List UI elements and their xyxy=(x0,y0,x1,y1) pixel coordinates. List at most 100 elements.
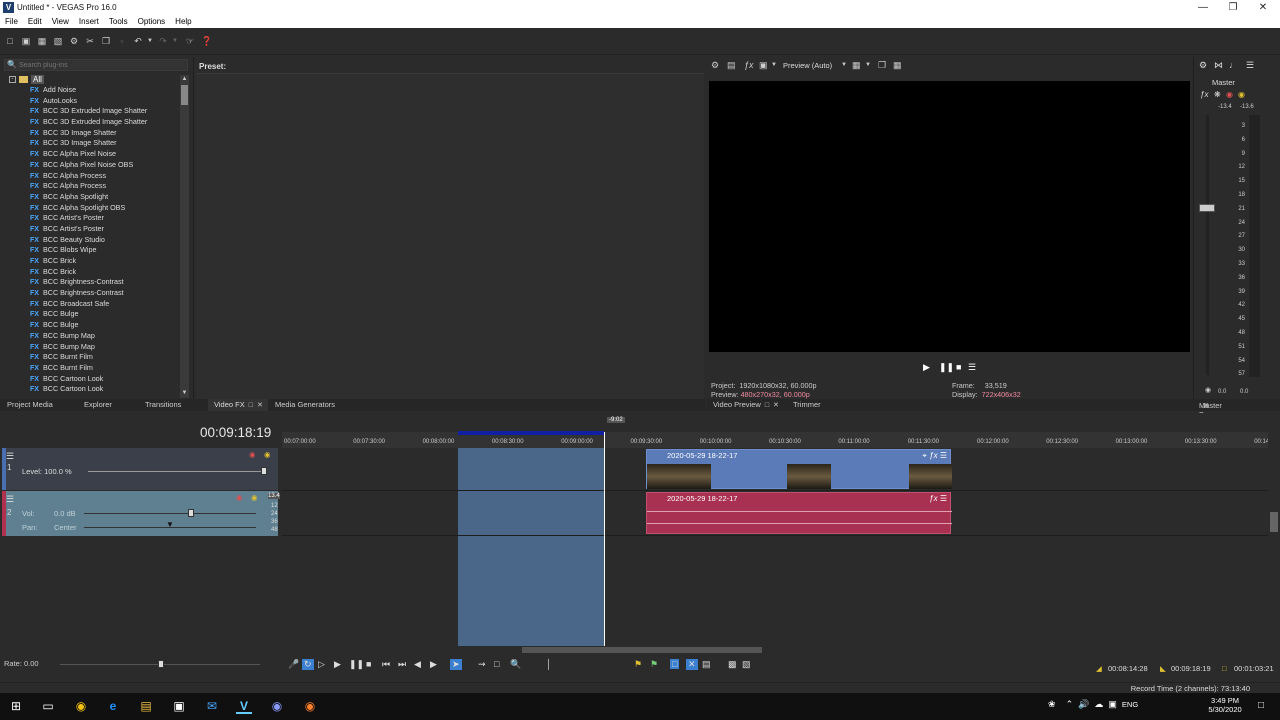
pause-icon[interactable]: ❚❚ xyxy=(349,659,364,670)
tab-trimmer[interactable]: Trimmer xyxy=(793,400,821,409)
undock-icon[interactable]: □ xyxy=(765,402,769,409)
clip-fx-icons[interactable]: ⌖ ƒx ☰ xyxy=(922,451,947,461)
master-fader-knob[interactable] xyxy=(1199,204,1215,212)
firefox-icon[interactable]: ◉ xyxy=(302,698,318,714)
speaker-icon[interactable]: ♩ xyxy=(1229,60,1238,70)
discord-icon[interactable]: ◉ xyxy=(269,698,285,714)
plugin-list-item[interactable]: FX BCC Bulge xyxy=(30,309,147,320)
record-icon[interactable]: 🎤 xyxy=(288,659,299,670)
plugin-list-item[interactable]: FX BCC Brightness-Contrast xyxy=(30,288,147,299)
volume-icon[interactable]: 🔊 xyxy=(1078,699,1089,709)
plugin-list-item[interactable]: FX BCC Artist's Poster xyxy=(30,213,147,224)
store-icon[interactable]: ▣ xyxy=(171,698,187,714)
plugin-list-item[interactable]: FX BCC Bulge xyxy=(30,320,147,331)
plugin-list-item[interactable]: FX BCC Beauty Studio xyxy=(30,235,147,246)
plugin-list-item[interactable]: FX BCC 3D Image Shatter xyxy=(30,128,147,139)
tab-explorer[interactable]: Explorer xyxy=(84,399,112,411)
save-as-icon[interactable]: ▧ xyxy=(53,36,63,46)
file-explorer-icon[interactable]: ▤ xyxy=(138,698,154,714)
scrollbar-thumb[interactable] xyxy=(522,647,762,653)
vegas-taskbar-icon[interactable]: V xyxy=(236,698,252,714)
playhead-cursor[interactable] xyxy=(604,432,605,646)
time-selection[interactable] xyxy=(458,448,604,646)
track-area[interactable]: 2020-05-29 18-22-17 ⌖ ƒx ☰ 2020-05-29 18… xyxy=(282,448,1268,646)
lock-icon[interactable]: ◉ xyxy=(1205,386,1211,394)
redo-dropdown-icon[interactable]: ▼ xyxy=(170,36,180,46)
level-slider-knob[interactable] xyxy=(261,467,267,475)
scroll-up-arrow-icon[interactable]: ▲ xyxy=(180,75,189,84)
minimize-button[interactable]: — xyxy=(1186,0,1220,15)
plugin-list-item[interactable]: FX BCC Alpha Pixel Noise xyxy=(30,149,147,160)
plugin-list-item[interactable]: FX BCC Alpha Process xyxy=(30,181,147,192)
collapse-toggle-icon[interactable]: - xyxy=(9,76,16,84)
pause-icon[interactable]: ❚❚ xyxy=(939,362,954,373)
copy-snapshot-icon[interactable]: ❐ xyxy=(878,60,886,71)
plugin-search-input[interactable] xyxy=(19,61,185,70)
plugin-list-item[interactable]: FX BCC 3D Extruded Image Shatter xyxy=(30,106,147,117)
video-track-header[interactable]: ☰ 1 Level: 100.0 % ◉ ◉ xyxy=(2,448,278,490)
preview-device-icon[interactable]: ▤ xyxy=(727,60,736,71)
plugin-list-scrollbar[interactable]: ▲ ▼ xyxy=(180,75,189,398)
plugin-list-item[interactable]: FX Add Noise xyxy=(30,85,147,96)
normal-edit-tool-icon[interactable]: ➤ xyxy=(450,659,462,670)
tray-app-icon[interactable]: ▣ xyxy=(1108,699,1117,709)
pan-slider-knob-icon[interactable]: ▼ xyxy=(166,520,174,529)
envelope-tool-icon[interactable]: ⇝ xyxy=(478,659,486,670)
menu-edit[interactable]: Edit xyxy=(23,15,47,28)
tab-project-media[interactable]: Project Media xyxy=(7,399,53,411)
preview-quality-select[interactable]: Preview (Auto) xyxy=(783,61,832,70)
track1-solo-icon[interactable]: ◉ xyxy=(264,450,271,459)
split-icon[interactable]: │ xyxy=(546,659,552,669)
menu-view[interactable]: View xyxy=(47,15,74,28)
loop-playback-icon[interactable]: ↻ xyxy=(302,659,314,670)
mixer-icon[interactable]: ☰ xyxy=(1246,60,1254,71)
auto-crossfade-icon[interactable]: ✕ xyxy=(686,659,698,670)
master-fx-icon[interactable]: ƒx xyxy=(1200,90,1208,99)
menu-help[interactable]: Help xyxy=(170,15,196,28)
open-folder-icon[interactable]: ▣ xyxy=(21,36,31,46)
stop-icon[interactable]: ■ xyxy=(366,659,371,669)
plugin-list-item[interactable]: FX BCC Burnt Film xyxy=(30,352,147,363)
marker-icon[interactable]: ⚑ xyxy=(634,659,642,670)
taskbar-clock[interactable]: 3:49 PM 5/30/2020 xyxy=(1205,696,1245,714)
time-ruler[interactable]: 00:07:00:00 00:07:30:00 00:08:00:00 00:08:3… xyxy=(282,432,1280,448)
quality-dropdown-icon[interactable]: ▼ xyxy=(841,62,847,68)
play-icon[interactable]: ▶ xyxy=(923,362,930,373)
plugin-list-item[interactable]: FX BCC Brick xyxy=(30,267,147,278)
plugin-list-item[interactable]: FX BCC Cartoon Look xyxy=(30,384,147,395)
video-fx-icon[interactable]: ƒx xyxy=(744,60,754,70)
tree-root-all[interactable]: - All xyxy=(9,75,44,85)
stop-icon[interactable]: ■ xyxy=(956,362,961,372)
preview-settings-gear-icon[interactable]: ⚙ xyxy=(711,60,719,71)
snapping-icon[interactable]: □ xyxy=(670,659,680,669)
zoom-tool-icon[interactable]: 🔍 xyxy=(510,659,521,670)
lock-envelopes-icon[interactable]: ▩ xyxy=(728,659,737,670)
overlays-dropdown-icon[interactable]: ▼ xyxy=(865,62,871,68)
cut-icon[interactable]: ✂ xyxy=(85,36,95,46)
tab-transitions[interactable]: Transitions xyxy=(145,399,181,411)
play-from-start-icon[interactable]: ▷ xyxy=(318,659,325,670)
plugin-list-item[interactable]: FX BCC Alpha Process xyxy=(30,171,147,182)
clip-fx-icons[interactable]: ƒx ☰ xyxy=(929,494,947,503)
vol-slider-knob[interactable] xyxy=(188,509,194,517)
preview-menu-icon[interactable]: ☰ xyxy=(968,362,976,373)
audio-track-header[interactable]: ☰ 2 Vol: 0.0 dB Pan: Center ▼ ◉ ◉ 13.4 1… xyxy=(2,491,280,536)
video-clip[interactable]: 2020-05-29 18-22-17 ⌖ ƒx ☰ xyxy=(646,449,952,489)
people-icon[interactable]: ❀ xyxy=(1048,699,1056,709)
previous-frame-icon[interactable]: ◀ xyxy=(414,659,421,670)
restore-button[interactable]: ❐ xyxy=(1216,0,1250,15)
ignore-grouping-icon[interactable]: ▧ xyxy=(742,659,751,670)
plugin-list-item[interactable]: FX BCC Alpha Pixel Noise OBS xyxy=(30,160,147,171)
go-to-end-icon[interactable]: ⏭ xyxy=(398,659,406,670)
go-to-start-icon[interactable]: ⏮ xyxy=(382,659,390,670)
mail-icon[interactable]: ✉ xyxy=(204,698,220,714)
undock-icon[interactable]: □ xyxy=(249,402,253,409)
scroll-down-arrow-icon[interactable]: ▼ xyxy=(180,389,189,398)
lang-label[interactable]: ENG xyxy=(1122,700,1138,709)
close-tab-icon[interactable]: ✕ xyxy=(257,401,263,409)
plugin-list-item[interactable]: FX AutoLooks xyxy=(30,96,147,107)
next-frame-icon[interactable]: ▶ xyxy=(430,659,437,670)
close-window-button[interactable]: ✕ xyxy=(1246,0,1280,15)
master-settings-gear-icon[interactable]: ⚙ xyxy=(1199,60,1207,71)
scrollbar-thumb[interactable] xyxy=(1270,512,1278,532)
